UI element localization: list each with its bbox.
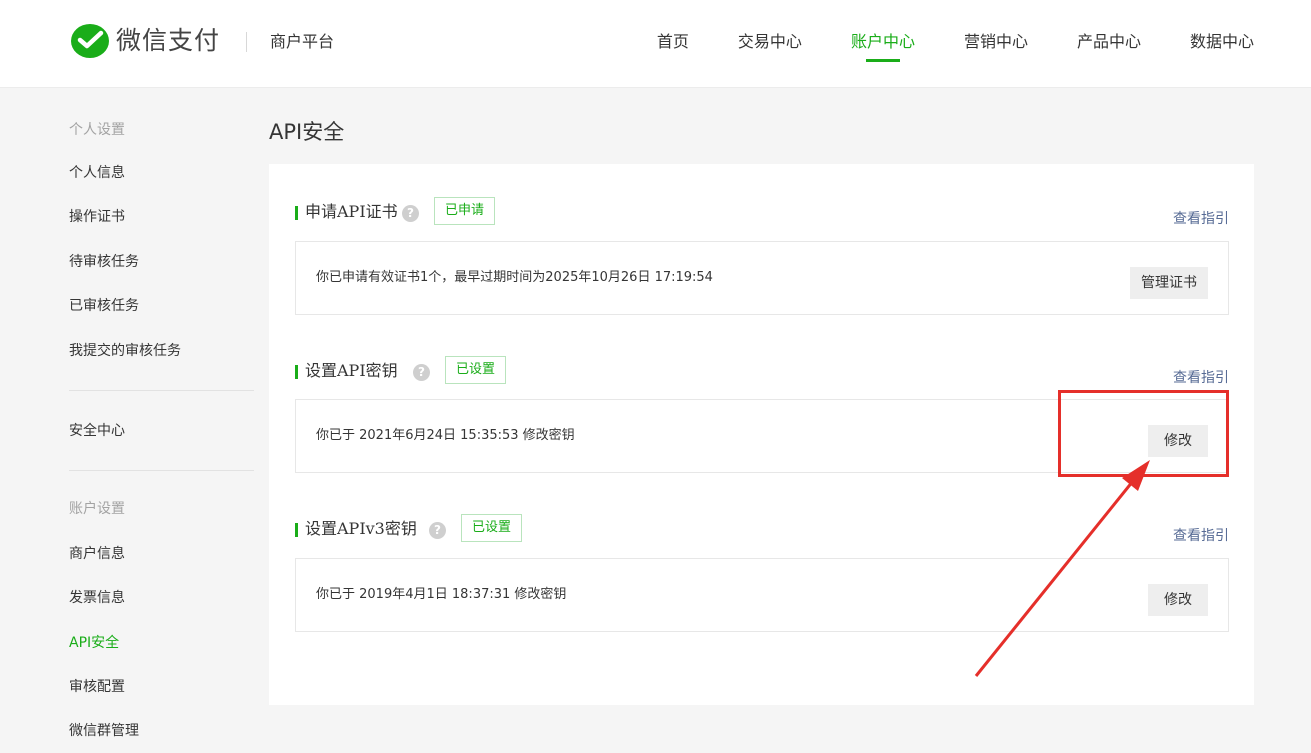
section-accent-bar xyxy=(295,523,298,537)
sidebar-item-invoice-info[interactable]: 发票信息 xyxy=(69,588,125,608)
nav-item-marketing[interactable]: 营销中心 xyxy=(964,0,1028,88)
sidebar-item-my-submitted[interactable]: 我提交的审核任务 xyxy=(69,341,181,361)
question-mark-icon[interactable]: ? xyxy=(402,205,419,222)
section-box: 你已于 2019年4月1日 18:37:31 修改密钥 修改 xyxy=(295,558,1229,632)
section-accent-bar xyxy=(295,365,298,379)
nav-item-data[interactable]: 数据中心 xyxy=(1190,0,1254,88)
nav-item-account[interactable]: 账户中心 xyxy=(851,0,915,88)
section-api-cert: 申请API证书 ? 已申请 查看指引 你已申请有效证书1个，最早过期时间为202… xyxy=(295,197,1229,315)
guide-link[interactable]: 查看指引 xyxy=(1173,526,1229,546)
annotation-highlight-box xyxy=(1058,390,1229,477)
status-badge: 已设置 xyxy=(445,356,507,384)
section-header: 申请API证书 ? 已申请 查看指引 xyxy=(295,197,1229,229)
guide-link[interactable]: 查看指引 xyxy=(1173,209,1229,229)
page-title: API安全 xyxy=(269,120,345,144)
sidebar-item-api-security[interactable]: API安全 xyxy=(69,633,119,653)
sidebar-item-merchant-info[interactable]: 商户信息 xyxy=(69,544,125,564)
main-nav: 首页 交易中心 账户中心 营销中心 产品中心 数据中心 xyxy=(608,0,1254,88)
sidebar-item-personal-info[interactable]: 个人信息 xyxy=(69,163,125,183)
sidebar-item-security-center[interactable]: 安全中心 xyxy=(69,421,125,441)
apiv3-key-description: 你已于 2019年4月1日 18:37:31 修改密钥 xyxy=(316,587,567,602)
section-title: 申请API证书 xyxy=(305,202,398,221)
brand-name: 微信支付 xyxy=(116,26,221,55)
sidebar-item-pending-review[interactable]: 待审核任务 xyxy=(69,252,139,272)
sidebar-item-wechat-group[interactable]: 微信群管理 xyxy=(69,721,139,741)
brand-divider xyxy=(246,32,247,52)
sidebar-group-account: 账户设置 xyxy=(69,501,125,517)
nav-item-trade[interactable]: 交易中心 xyxy=(738,0,802,88)
sidebar-item-review-config[interactable]: 审核配置 xyxy=(69,677,125,697)
section-api-key: 设置API密钥 ? 已设置 查看指引 你已于 2021年6月24日 15:35:… xyxy=(295,356,1229,473)
sidebar-divider xyxy=(69,470,254,471)
guide-link[interactable]: 查看指引 xyxy=(1173,368,1229,388)
cert-description: 你已申请有效证书1个，最早过期时间为2025年10月26日 17:19:54 xyxy=(316,270,713,285)
wechat-pay-logo-icon[interactable] xyxy=(70,22,110,62)
sidebar-item-reviewed[interactable]: 已审核任务 xyxy=(69,296,139,316)
nav-item-product[interactable]: 产品中心 xyxy=(1077,0,1141,88)
modify-apiv3-key-button[interactable]: 修改 xyxy=(1148,584,1208,616)
section-header: 设置APIv3密钥 ? 已设置 查看指引 xyxy=(295,514,1229,546)
section-apiv3-key: 设置APIv3密钥 ? 已设置 查看指引 你已于 2019年4月1日 18:37… xyxy=(295,514,1229,632)
section-title: 设置API密钥 xyxy=(305,361,398,380)
manage-cert-button[interactable]: 管理证书 xyxy=(1130,267,1208,299)
nav-item-home[interactable]: 首页 xyxy=(657,0,689,88)
section-title: 设置APIv3密钥 xyxy=(305,519,417,538)
top-header: 微信支付 商户平台 首页 交易中心 账户中心 营销中心 产品中心 数据中心 xyxy=(0,0,1311,88)
api-key-description: 你已于 2021年6月24日 15:35:53 修改密钥 xyxy=(316,428,575,443)
sidebar-group-personal: 个人设置 xyxy=(69,122,125,138)
section-header: 设置API密钥 ? 已设置 查看指引 xyxy=(295,356,1229,388)
platform-name: 商户平台 xyxy=(270,32,335,51)
sidebar-item-operation-cert[interactable]: 操作证书 xyxy=(69,207,125,227)
status-badge: 已申请 xyxy=(434,197,496,225)
status-badge: 已设置 xyxy=(461,514,523,542)
question-mark-icon[interactable]: ? xyxy=(413,364,430,381)
question-mark-icon[interactable]: ? xyxy=(429,522,446,539)
section-box: 你已申请有效证书1个，最早过期时间为2025年10月26日 17:19:54 管… xyxy=(295,241,1229,315)
sidebar-divider xyxy=(69,390,254,391)
section-accent-bar xyxy=(295,206,298,220)
